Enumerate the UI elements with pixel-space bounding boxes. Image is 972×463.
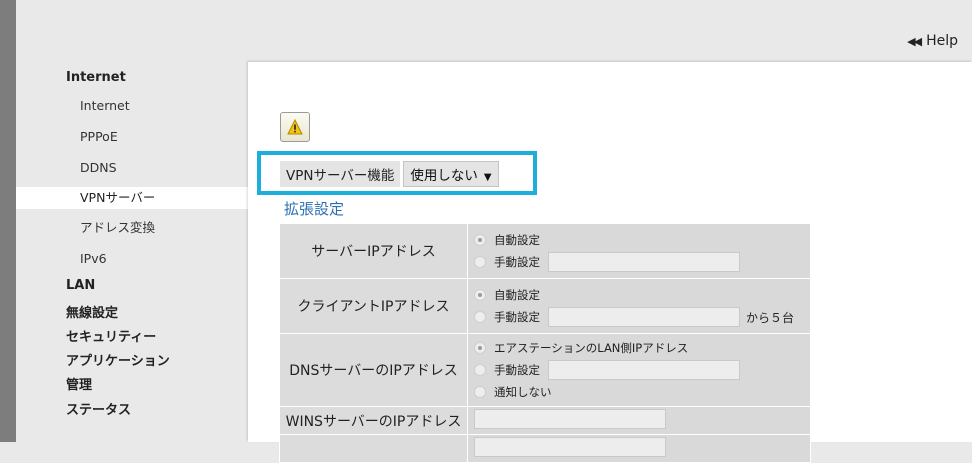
nav-section-applications[interactable]: アプリケーション	[66, 350, 170, 369]
radio-label: 通知しない	[494, 385, 552, 399]
table-row: サーバーIPアドレス 自動設定 手動設定	[279, 223, 811, 279]
window-left-edge	[0, 0, 16, 442]
wins-ip-cell	[467, 406, 811, 435]
nav-section-lan[interactable]: LAN	[66, 278, 95, 293]
client-ip-manual-radio[interactable]	[474, 311, 486, 323]
server-ip-input[interactable]	[548, 252, 740, 272]
dns-ip-options: エアステーションのLAN側IPアドレス 手動設定 通知しない	[467, 333, 811, 407]
wins-ip-label: WINSサーバーのIPアドレス	[279, 406, 468, 435]
vpn-function-label: VPNサーバー機能	[280, 161, 401, 187]
next-row-cell	[467, 434, 811, 463]
extended-settings-heading: 拡張設定	[284, 200, 345, 218]
client-ip-options: 自動設定 手動設定 から５台	[467, 278, 811, 334]
server-ip-label: サーバーIPアドレス	[279, 223, 468, 279]
nav-section-management[interactable]: 管理	[66, 374, 92, 393]
sidebar-item-ddns[interactable]: DDNS	[16, 157, 248, 179]
sidebar-item-pppoe[interactable]: PPPoE	[16, 126, 248, 148]
radio-label: エアステーションのLAN側IPアドレス	[494, 341, 689, 355]
sidebar-item-address-translation[interactable]: アドレス変換	[16, 217, 248, 239]
dns-ip-input[interactable]	[548, 360, 740, 380]
vpn-select-value: 使用しない	[410, 168, 478, 184]
nav-section-wireless[interactable]: 無線設定	[66, 302, 118, 321]
client-count-suffix: から５台	[746, 310, 795, 325]
dropdown-arrow-icon: ▼	[483, 172, 492, 183]
table-row: クライアントIPアドレス 自動設定 手動設定 から５台	[279, 278, 811, 334]
wins-ip-input[interactable]	[474, 409, 666, 429]
dns-lan-ip-radio[interactable]	[474, 342, 486, 354]
radio-label: 手動設定	[494, 363, 540, 377]
nav-section-internet[interactable]: Internet	[66, 70, 126, 85]
radio-label: 自動設定	[494, 233, 540, 247]
nav-section-status[interactable]: ステータス	[66, 399, 131, 418]
vpn-function-row: VPNサーバー機能 使用しない ▼	[280, 161, 499, 187]
settings-table: サーバーIPアドレス 自動設定 手動設定 クライアントIPアドレス 自動設定 手…	[279, 223, 811, 463]
table-row: WINSサーバーのIPアドレス	[279, 406, 811, 435]
next-row-label	[279, 434, 468, 463]
next-row-input[interactable]	[474, 437, 666, 457]
server-ip-auto-radio[interactable]	[474, 234, 486, 246]
main-panel: VPNサーバー機能 使用しない ▼ 拡張設定 サーバーIPアドレス 自動設定 手動…	[248, 62, 972, 463]
dns-none-radio[interactable]	[474, 386, 486, 398]
radio-label: 自動設定	[494, 288, 540, 302]
server-ip-options: 自動設定 手動設定	[467, 223, 811, 279]
warning-icon	[287, 119, 303, 135]
table-row: DNSサーバーのIPアドレス エアステーションのLAN側IPアドレス 手動設定 …	[279, 333, 811, 407]
radio-label: 手動設定	[494, 310, 540, 324]
table-row	[279, 434, 811, 463]
client-ip-label: クライアントIPアドレス	[279, 278, 468, 334]
server-ip-manual-radio[interactable]	[474, 256, 486, 268]
sidebar-item-ipv6[interactable]: IPv6	[16, 248, 248, 270]
client-ip-input[interactable]	[548, 307, 740, 327]
help-link[interactable]: ◀◀ Help	[907, 33, 958, 49]
nav-section-security[interactable]: セキュリティー	[66, 326, 156, 345]
warning-button[interactable]	[280, 112, 310, 142]
dns-manual-radio[interactable]	[474, 364, 486, 376]
sidebar-item-vpn-server[interactable]: VPNサーバー	[16, 187, 248, 209]
client-ip-auto-radio[interactable]	[474, 289, 486, 301]
double-left-arrow-icon: ◀◀	[907, 35, 922, 48]
vpn-function-select[interactable]: 使用しない ▼	[403, 161, 499, 187]
help-label: Help	[926, 33, 958, 49]
dns-ip-label: DNSサーバーのIPアドレス	[279, 333, 468, 407]
sidebar-item-internet[interactable]: Internet	[16, 95, 248, 117]
sidebar-nav: Internet Internet PPPoE DDNS VPNサーバー アドレ…	[16, 0, 248, 442]
radio-label: 手動設定	[494, 255, 540, 269]
